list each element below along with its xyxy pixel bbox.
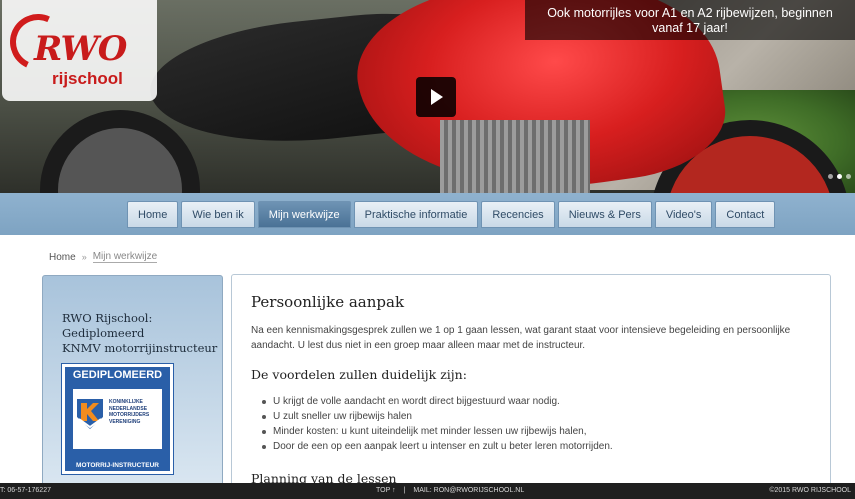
- nav-item-nieuws-pers[interactable]: Nieuws & Pers: [557, 201, 652, 228]
- hero-motorcycle-engine: [440, 120, 590, 193]
- nav-item-mijn-werkwijze[interactable]: Mijn werkwijze: [257, 201, 351, 228]
- badge-bottom-text: MOTORRIJ-INSTRUCTEUR: [76, 462, 159, 469]
- footer-copyright: ©2015 RWO RIJSCHOOL: [769, 487, 851, 494]
- sidebar-line-3: KNMV motorrijinstructeur: [62, 341, 218, 355]
- main-navigation-bar: Home Wie ben ik Mijn werkwijze Praktisch…: [0, 193, 855, 235]
- badge-top-text: GEDIPLOMEERD: [72, 369, 163, 381]
- sidebar: RWO Rijschool: Gediplomeerd KNMV motorri…: [42, 275, 223, 499]
- list-item: Door de een op een aanpak leert u intens…: [262, 439, 822, 454]
- play-icon[interactable]: [416, 77, 456, 117]
- badge-org-line: VERENIGING: [109, 418, 141, 425]
- sidebar-heading: RWO Rijschool: Gediplomeerd KNMV motorri…: [62, 311, 222, 356]
- sidebar-line-2: Gediplomeerd: [62, 326, 145, 340]
- logo-main-text: RWO: [34, 29, 127, 69]
- breadcrumb-current: Mijn werkwijze: [92, 251, 158, 263]
- page-title: Persoonlijke aanpak: [251, 293, 405, 311]
- benefits-heading: De voordelen zullen duidelijk zijn:: [251, 367, 467, 382]
- list-item: Minder kosten: u kunt uiteindelijk met m…: [262, 424, 822, 439]
- footer-links: TOP ↑ | MAIL: RON@RWORIJSCHOOL.NL: [376, 487, 524, 494]
- slider-dot-active[interactable]: [837, 174, 842, 179]
- hero-slider[interactable]: RWO rijschool Ook motorrijles voor A1 en…: [0, 0, 855, 193]
- nav-item-recencies[interactable]: Recencies: [481, 201, 555, 228]
- slider-dot[interactable]: [846, 174, 851, 179]
- footer: T: 06-57-176227 TOP ↑ | MAIL: RON@RWORIJ…: [0, 483, 855, 499]
- footer-mail-link[interactable]: MAIL: RON@RWORIJSCHOOL.NL: [413, 487, 524, 494]
- badge-center: KONINKLIJKE NEDERLANDSE MOTORRIJDERS VER…: [73, 389, 162, 449]
- nav-item-home[interactable]: Home: [127, 201, 179, 228]
- main-content: Persoonlijke aanpak Na een kennismakings…: [231, 274, 831, 499]
- badge-org-text: KONINKLIJKE NEDERLANDSE MOTORRIJDERS VER…: [109, 399, 149, 425]
- intro-paragraph: Na een kennismakingsgesprek zullen we 1 …: [251, 325, 791, 351]
- slide-caption: Ook motorrijles voor A1 en A2 rijbewijze…: [525, 0, 855, 40]
- hero-rear-wheel: [40, 110, 200, 193]
- nav-item-contact[interactable]: Contact: [715, 201, 776, 228]
- breadcrumb-separator: »: [81, 252, 87, 262]
- nav-item-praktische-informatie[interactable]: Praktische informatie: [353, 201, 479, 228]
- back-to-top-link[interactable]: TOP ↑: [376, 487, 396, 494]
- badge-org-line: MOTORRIJDERS: [109, 412, 150, 418]
- site-logo[interactable]: RWO rijschool: [2, 0, 157, 101]
- breadcrumb-home-link[interactable]: Home: [49, 252, 76, 263]
- sidebar-line-1: RWO Rijschool:: [62, 311, 153, 325]
- slider-dots: [828, 174, 851, 179]
- nav-item-videos[interactable]: Video's: [654, 201, 713, 228]
- breadcrumb: Home » Mijn werkwijze: [49, 251, 158, 263]
- main-navigation: Home Wie ben ik Mijn werkwijze Praktisch…: [127, 201, 776, 228]
- list-item: U krijgt de volle aandacht en wordt dire…: [262, 394, 822, 409]
- nav-item-wie-ben-ik[interactable]: Wie ben ik: [181, 201, 255, 228]
- knmv-logo-icon: [77, 399, 103, 429]
- footer-separator: |: [403, 487, 406, 494]
- list-item: U zult sneller uw rijbewijs halen: [262, 409, 822, 424]
- knmv-certification-badge: GEDIPLOMEERD KONINKLIJKE NEDERLANDSE MOT…: [61, 363, 174, 475]
- logo-sub-text: rijschool: [52, 69, 123, 88]
- slider-dot[interactable]: [828, 174, 833, 179]
- footer-phone: T: 06-57-176227: [0, 487, 51, 494]
- benefits-list: U krijgt de volle aandacht en wordt dire…: [262, 394, 822, 454]
